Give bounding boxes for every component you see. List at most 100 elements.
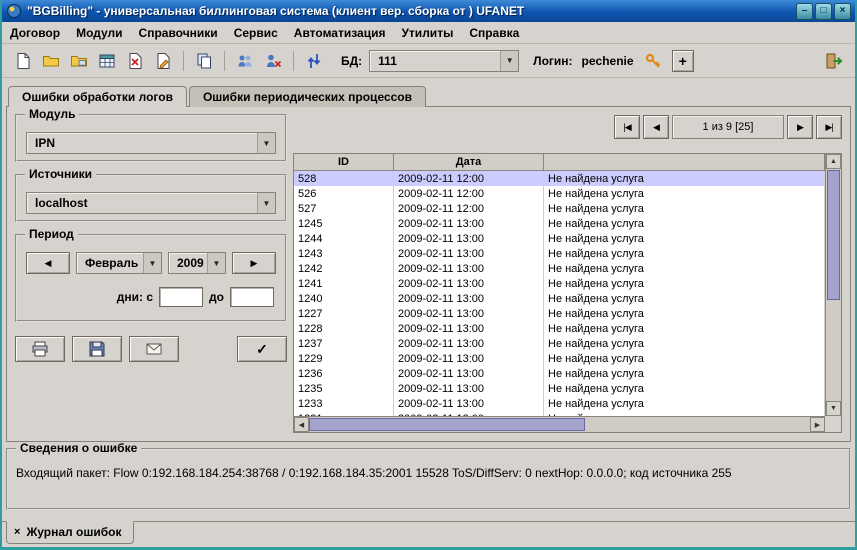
table-row[interactable]: 12332009-02-11 13:00Не найдена услуга xyxy=(294,396,825,411)
table-row[interactable]: 12402009-02-11 13:00Не найдена услуга xyxy=(294,291,825,306)
print-button[interactable] xyxy=(15,336,65,362)
cell-msg[interactable]: Не найдена услуга xyxy=(544,351,825,366)
cell-date[interactable]: 2009-02-11 13:00 xyxy=(394,351,544,366)
cell-id[interactable]: 526 xyxy=(294,186,394,201)
first-page-button[interactable]: |◀ xyxy=(614,115,640,139)
cell-msg[interactable]: Не найдена услуга xyxy=(544,186,825,201)
table-row[interactable]: 5282009-02-11 12:00Не найдена услуга xyxy=(294,171,825,186)
year-combo[interactable]: 2009 ▼ xyxy=(168,252,226,274)
table-row[interactable]: 12372009-02-11 13:00Не найдена услуга xyxy=(294,336,825,351)
prev-month-button[interactable]: ◀ xyxy=(26,252,70,274)
menu-modules[interactable]: Модули xyxy=(76,26,122,40)
cell-id[interactable]: 1242 xyxy=(294,261,394,276)
tab-periodic-errors[interactable]: Ошибки периодических процессов xyxy=(189,86,426,107)
cell-msg[interactable]: Не найдена услуга xyxy=(544,306,825,321)
cell-id[interactable]: 1229 xyxy=(294,351,394,366)
tab-log-errors[interactable]: Ошибки обработки логов xyxy=(8,86,187,107)
cell-msg[interactable]: Не найдена услуга xyxy=(544,366,825,381)
cell-id[interactable]: 1233 xyxy=(294,396,394,411)
vertical-scroll-track[interactable] xyxy=(826,169,841,401)
month-combo[interactable]: Февраль ▼ xyxy=(76,252,162,274)
menu-directories[interactable]: Справочники xyxy=(139,26,218,40)
cell-msg[interactable]: Не найдена услуга xyxy=(544,261,825,276)
vertical-scrollbar-thumb[interactable] xyxy=(827,170,840,300)
cell-date[interactable]: 2009-02-11 12:00 xyxy=(394,171,544,186)
column-header-message[interactable] xyxy=(544,154,825,170)
apply-button[interactable]: ✓ xyxy=(237,336,287,362)
cell-date[interactable]: 2009-02-11 13:00 xyxy=(394,336,544,351)
maximize-button[interactable]: □ xyxy=(815,3,832,20)
cell-date[interactable]: 2009-02-11 13:00 xyxy=(394,306,544,321)
add-button[interactable]: + xyxy=(672,50,694,72)
titlebar[interactable]: "BGBilling" - универсальная биллинговая … xyxy=(2,0,855,22)
cell-date[interactable]: 2009-02-11 13:00 xyxy=(394,231,544,246)
cell-date[interactable]: 2009-02-11 13:00 xyxy=(394,381,544,396)
sources-combo[interactable]: localhost ▼ xyxy=(26,192,276,214)
cell-id[interactable]: 1235 xyxy=(294,381,394,396)
table-row[interactable]: 12272009-02-11 13:00Не найдена услуга xyxy=(294,306,825,321)
cell-msg[interactable]: Не найдена услуга xyxy=(544,216,825,231)
horizontal-scroll-track[interactable] xyxy=(309,417,810,432)
scroll-right-icon[interactable]: ▶ xyxy=(810,417,825,432)
cell-date[interactable]: 2009-02-11 13:00 xyxy=(394,246,544,261)
prev-page-button[interactable]: ◀ xyxy=(643,115,669,139)
cell-id[interactable]: 527 xyxy=(294,201,394,216)
menu-help[interactable]: Справка xyxy=(469,26,519,40)
table-row[interactable]: 12292009-02-11 13:00Не найдена услуга xyxy=(294,351,825,366)
column-header-id[interactable]: ID xyxy=(294,154,394,170)
cell-id[interactable]: 1241 xyxy=(294,276,394,291)
day-to-input[interactable] xyxy=(230,287,274,307)
cell-id[interactable]: 1240 xyxy=(294,291,394,306)
close-tab-icon[interactable]: × xyxy=(14,527,20,538)
cell-msg[interactable]: Не найдена услуга xyxy=(544,201,825,216)
horizontal-scrollbar-thumb[interactable] xyxy=(309,418,585,431)
open-contract-button[interactable] xyxy=(66,48,92,74)
column-header-date[interactable]: Дата xyxy=(394,154,544,170)
cell-date[interactable]: 2009-02-11 13:00 xyxy=(394,216,544,231)
tab-error-journal[interactable]: × Журнал ошибок xyxy=(6,521,134,544)
refresh-button[interactable] xyxy=(301,48,327,74)
cell-date[interactable]: 2009-02-11 13:00 xyxy=(394,261,544,276)
table-row[interactable]: 12282009-02-11 13:00Не найдена услуга xyxy=(294,321,825,336)
cell-id[interactable]: 1244 xyxy=(294,231,394,246)
cell-id[interactable]: 1243 xyxy=(294,246,394,261)
cell-msg[interactable]: Не найдена услуга xyxy=(544,246,825,261)
remove-user-button[interactable] xyxy=(260,48,286,74)
horizontal-scrollbar[interactable]: ◀ ▶ xyxy=(294,416,825,432)
delete-button[interactable] xyxy=(122,48,148,74)
cell-date[interactable]: 2009-02-11 13:00 xyxy=(394,276,544,291)
minimize-button[interactable]: – xyxy=(796,3,813,20)
cell-id[interactable]: 1236 xyxy=(294,366,394,381)
menu-utilities[interactable]: Утилиты xyxy=(401,26,453,40)
cell-date[interactable]: 2009-02-11 12:00 xyxy=(394,201,544,216)
table-row[interactable]: 12452009-02-11 13:00Не найдена услуга xyxy=(294,216,825,231)
table-row[interactable]: 12362009-02-11 13:00Не найдена услуга xyxy=(294,366,825,381)
cell-date[interactable]: 2009-02-11 13:00 xyxy=(394,396,544,411)
scroll-down-icon[interactable]: ▼ xyxy=(826,401,841,416)
last-page-button[interactable]: ▶| xyxy=(816,115,842,139)
cell-id[interactable]: 1228 xyxy=(294,321,394,336)
exit-button[interactable] xyxy=(821,48,847,74)
cell-id[interactable]: 1245 xyxy=(294,216,394,231)
next-month-button[interactable]: ▶ xyxy=(232,252,276,274)
add-user-button[interactable] xyxy=(232,48,258,74)
table-button[interactable] xyxy=(94,48,120,74)
next-page-button[interactable]: ▶ xyxy=(787,115,813,139)
cell-id[interactable]: 1227 xyxy=(294,306,394,321)
table-row[interactable]: 12352009-02-11 13:00Не найдена услуга xyxy=(294,381,825,396)
open-button[interactable] xyxy=(38,48,64,74)
mail-button[interactable] xyxy=(129,336,179,362)
table-row[interactable]: 12422009-02-11 13:00Не найдена услуга xyxy=(294,261,825,276)
table-row[interactable]: 5262009-02-11 12:00Не найдена услуга xyxy=(294,186,825,201)
save-button[interactable] xyxy=(72,336,122,362)
cell-date[interactable]: 2009-02-11 12:00 xyxy=(394,186,544,201)
table-row[interactable]: 5272009-02-11 12:00Не найдена услуга xyxy=(294,201,825,216)
table-row[interactable]: 12432009-02-11 13:00Не найдена услуга xyxy=(294,246,825,261)
cell-id[interactable]: 1237 xyxy=(294,336,394,351)
cell-date[interactable]: 2009-02-11 13:00 xyxy=(394,321,544,336)
cell-msg[interactable]: Не найдена услуга xyxy=(544,381,825,396)
copy-button[interactable] xyxy=(191,48,217,74)
menu-contract[interactable]: Договор xyxy=(10,26,60,40)
module-combo[interactable]: IPN ▼ xyxy=(26,132,276,154)
cell-date[interactable]: 2009-02-11 13:00 xyxy=(394,366,544,381)
